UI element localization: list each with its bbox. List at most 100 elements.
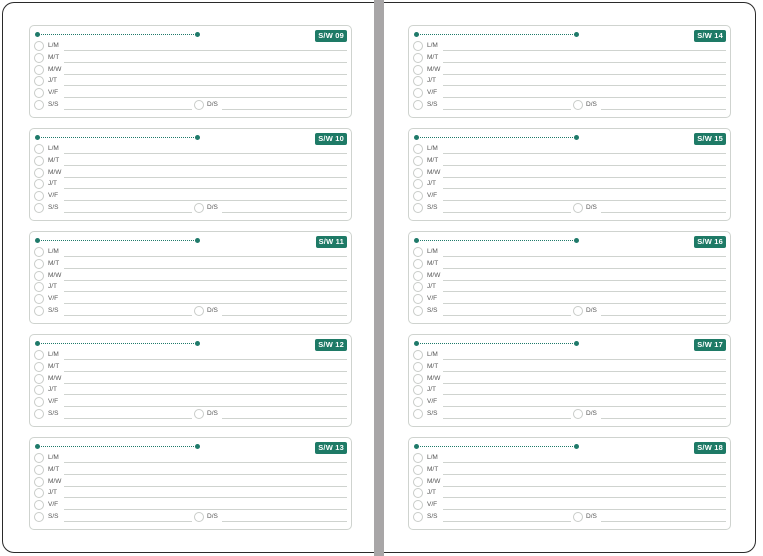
day-circle[interactable] (413, 409, 423, 419)
day-circle[interactable] (413, 488, 423, 499)
day-circle[interactable] (413, 52, 423, 63)
day-circle[interactable] (34, 373, 44, 384)
writing-line[interactable] (64, 418, 192, 419)
day-circle[interactable] (34, 191, 44, 202)
day-circle[interactable] (413, 155, 423, 166)
writing-line[interactable] (64, 256, 347, 257)
sunday-writing-line[interactable] (222, 109, 347, 110)
writing-line[interactable] (443, 164, 726, 166)
day-circle[interactable] (413, 191, 423, 202)
writing-line[interactable] (64, 394, 347, 396)
writing-line[interactable] (443, 73, 726, 75)
day-circle[interactable] (413, 270, 423, 281)
day-circle[interactable] (34, 167, 44, 178)
day-circle[interactable] (34, 179, 44, 190)
day-circle[interactable] (413, 88, 423, 99)
day-circle[interactable] (413, 179, 423, 190)
day-circle[interactable] (413, 41, 423, 51)
writing-line[interactable] (443, 497, 726, 499)
writing-line[interactable] (64, 462, 347, 463)
writing-line[interactable] (64, 359, 347, 360)
day-circle[interactable] (34, 155, 44, 166)
day-circle[interactable] (34, 464, 44, 475)
writing-line[interactable] (443, 50, 726, 51)
day-circle[interactable] (413, 373, 423, 384)
sunday-circle[interactable] (573, 306, 583, 316)
writing-line[interactable] (64, 212, 192, 213)
writing-line[interactable] (443, 473, 726, 475)
day-circle[interactable] (413, 453, 423, 463)
writing-line[interactable] (443, 509, 726, 511)
day-circle[interactable] (34, 203, 44, 213)
writing-line[interactable] (443, 418, 571, 419)
sunday-writing-line[interactable] (601, 418, 726, 419)
writing-line[interactable] (64, 85, 347, 87)
writing-line[interactable] (64, 291, 347, 293)
day-circle[interactable] (413, 203, 423, 213)
sunday-circle[interactable] (194, 100, 204, 110)
day-circle[interactable] (413, 282, 423, 293)
day-circle[interactable] (34, 294, 44, 305)
sunday-circle[interactable] (573, 100, 583, 110)
day-circle[interactable] (34, 397, 44, 408)
day-circle[interactable] (34, 409, 44, 419)
writing-line[interactable] (443, 61, 726, 63)
day-circle[interactable] (413, 512, 423, 522)
writing-line[interactable] (64, 109, 192, 110)
writing-line[interactable] (64, 521, 192, 522)
sunday-circle[interactable] (194, 512, 204, 522)
day-circle[interactable] (413, 361, 423, 372)
writing-line[interactable] (64, 406, 347, 408)
day-circle[interactable] (413, 476, 423, 487)
writing-line[interactable] (64, 200, 347, 202)
writing-line[interactable] (443, 359, 726, 360)
day-circle[interactable] (413, 167, 423, 178)
day-circle[interactable] (413, 397, 423, 408)
writing-line[interactable] (443, 485, 726, 487)
writing-line[interactable] (443, 200, 726, 202)
sunday-circle[interactable] (573, 409, 583, 419)
writing-line[interactable] (64, 279, 347, 281)
writing-line[interactable] (443, 521, 571, 522)
writing-line[interactable] (64, 188, 347, 190)
writing-line[interactable] (64, 382, 347, 384)
writing-line[interactable] (64, 473, 347, 475)
writing-line[interactable] (443, 279, 726, 281)
sunday-circle[interactable] (573, 203, 583, 213)
day-circle[interactable] (413, 100, 423, 110)
writing-line[interactable] (443, 153, 726, 154)
day-circle[interactable] (34, 64, 44, 75)
writing-line[interactable] (443, 382, 726, 384)
writing-line[interactable] (64, 61, 347, 63)
day-circle[interactable] (34, 100, 44, 110)
day-circle[interactable] (413, 500, 423, 511)
sunday-writing-line[interactable] (222, 212, 347, 213)
day-circle[interactable] (34, 512, 44, 522)
writing-line[interactable] (443, 370, 726, 372)
sunday-writing-line[interactable] (222, 418, 347, 419)
writing-line[interactable] (443, 267, 726, 269)
writing-line[interactable] (64, 50, 347, 51)
day-circle[interactable] (34, 453, 44, 463)
writing-line[interactable] (64, 315, 192, 316)
writing-line[interactable] (64, 497, 347, 499)
sunday-circle[interactable] (194, 409, 204, 419)
writing-line[interactable] (64, 176, 347, 178)
sunday-writing-line[interactable] (601, 212, 726, 213)
writing-line[interactable] (443, 85, 726, 87)
writing-line[interactable] (443, 394, 726, 396)
writing-line[interactable] (443, 176, 726, 178)
day-circle[interactable] (34, 247, 44, 257)
writing-line[interactable] (64, 73, 347, 75)
writing-line[interactable] (64, 267, 347, 269)
writing-line[interactable] (64, 303, 347, 305)
day-circle[interactable] (34, 500, 44, 511)
day-circle[interactable] (413, 76, 423, 87)
writing-line[interactable] (443, 188, 726, 190)
writing-line[interactable] (64, 509, 347, 511)
sunday-circle[interactable] (573, 512, 583, 522)
day-circle[interactable] (34, 350, 44, 360)
day-circle[interactable] (34, 41, 44, 51)
day-circle[interactable] (413, 350, 423, 360)
day-circle[interactable] (34, 52, 44, 63)
